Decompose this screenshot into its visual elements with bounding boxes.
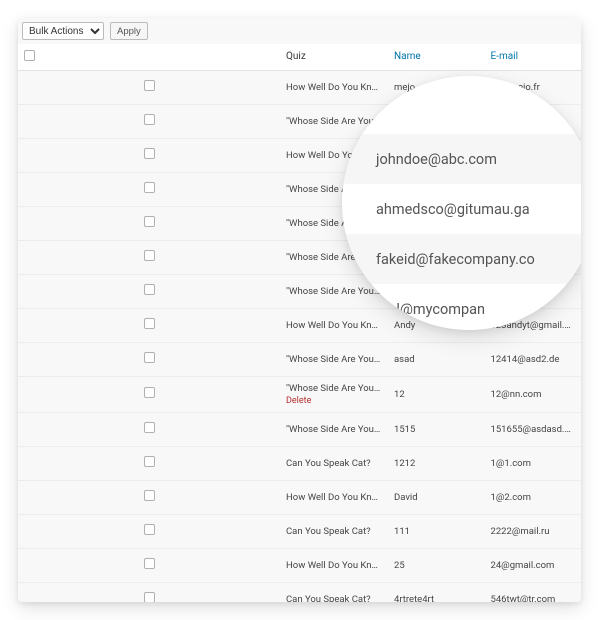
- email-cell: 12@nn.com: [485, 376, 582, 412]
- name-cell: 1212: [388, 446, 485, 480]
- quiz-cell[interactable]: How Well Do You Know the Real Trial of O…: [280, 70, 388, 104]
- quiz-cell[interactable]: How Well Do You Know the Real Trial of O…: [280, 480, 388, 514]
- checkbox-icon[interactable]: [144, 524, 155, 535]
- email-cell: 546twt@tr.com: [485, 582, 582, 602]
- apply-button[interactable]: Apply: [110, 22, 148, 40]
- results-card: Bulk Actions Apply Quiz Name E-mail How …: [18, 18, 581, 602]
- quiz-cell[interactable]: Can You Speak Cat?: [280, 514, 388, 548]
- checkbox-icon[interactable]: [144, 352, 155, 363]
- row-checkbox-cell[interactable]: [18, 138, 280, 172]
- magnifier-overlay: johndoe@abc.com ahmedsco@gitumau.ga fake…: [342, 76, 581, 330]
- row-checkbox-cell[interactable]: [18, 240, 280, 274]
- row-checkbox-cell[interactable]: [18, 480, 280, 514]
- name-cell: asad: [388, 342, 485, 376]
- magnifier-email: fakeid@fakecompany.co: [342, 234, 581, 284]
- checkbox-icon[interactable]: [144, 148, 155, 159]
- row-checkbox-cell[interactable]: [18, 308, 280, 342]
- checkbox-icon[interactable]: [144, 216, 155, 227]
- delete-link[interactable]: Delete: [286, 396, 382, 406]
- name-cell: 12: [388, 376, 485, 412]
- table-row: How Well Do You Know the Real Trial of O…: [18, 548, 581, 582]
- checkbox-icon[interactable]: [144, 387, 155, 398]
- table-row: Can You Speak Cat?12121@1.com: [18, 446, 581, 480]
- quiz-cell[interactable]: "Whose Side Are You On" In Marvel's Civi…: [280, 412, 388, 446]
- row-checkbox-cell[interactable]: [18, 412, 280, 446]
- email-cell: 151655@asdasd.sad: [485, 412, 582, 446]
- checkbox-icon[interactable]: [144, 422, 155, 433]
- quiz-cell[interactable]: Can You Speak Cat?: [280, 446, 388, 480]
- table-row: "Whose Side Are You On" In Marvel's Civi…: [18, 342, 581, 376]
- name-cell: 4rtrete4rt: [388, 582, 485, 602]
- quiz-cell[interactable]: How Well Do You Know the Real Trial of O…: [280, 548, 388, 582]
- quiz-cell[interactable]: Can You Speak Cat?: [280, 582, 388, 602]
- checkbox-icon[interactable]: [144, 456, 155, 467]
- table-row: How Well Do You Know the Real Trial of O…: [18, 480, 581, 514]
- name-cell: 25: [388, 548, 485, 582]
- checkbox-icon[interactable]: [24, 50, 35, 61]
- row-checkbox-cell[interactable]: [18, 376, 280, 412]
- row-checkbox-cell[interactable]: [18, 274, 280, 308]
- checkbox-icon[interactable]: [144, 558, 155, 569]
- table-row: "Whose Side Are You On" In Marvel's Civi…: [18, 412, 581, 446]
- row-checkbox-cell[interactable]: [18, 172, 280, 206]
- email-cell: 1@1.com: [485, 446, 582, 480]
- magnifier-email: ahmedsco@gitumau.ga: [342, 184, 581, 234]
- checkbox-icon[interactable]: [144, 318, 155, 329]
- row-checkbox-cell[interactable]: [18, 70, 280, 104]
- table-row: "Whose Side Are You On" In Marvel's Civi…: [18, 376, 581, 412]
- row-checkbox-cell[interactable]: [18, 342, 280, 376]
- checkbox-icon[interactable]: [144, 592, 155, 602]
- name-cell: David: [388, 480, 485, 514]
- table-row: Can You Speak Cat?4rtrete4rt546twt@tr.co…: [18, 582, 581, 602]
- email-cell: 2222@mail.ru: [485, 514, 582, 548]
- row-checkbox-cell[interactable]: [18, 514, 280, 548]
- table-header-row: Quiz Name E-mail: [18, 44, 581, 70]
- email-header[interactable]: E-mail: [485, 44, 582, 70]
- checkbox-icon[interactable]: [144, 182, 155, 193]
- select-all-header[interactable]: [18, 44, 280, 70]
- table-row: Can You Speak Cat?1112222@mail.ru: [18, 514, 581, 548]
- checkbox-icon[interactable]: [144, 284, 155, 295]
- bulk-actions-select[interactable]: Bulk Actions: [22, 22, 104, 40]
- checkbox-icon[interactable]: [144, 250, 155, 261]
- email-cell: 12414@asd2.de: [485, 342, 582, 376]
- row-checkbox-cell[interactable]: [18, 548, 280, 582]
- quiz-cell[interactable]: "Whose Side Are You On" In Marvel's Civi…: [280, 342, 388, 376]
- magnifier-email: johndoe@abc.com: [342, 134, 581, 184]
- checkbox-icon[interactable]: [144, 80, 155, 91]
- email-cell: 24@gmail.com: [485, 548, 582, 582]
- row-checkbox-cell[interactable]: [18, 582, 280, 602]
- checkbox-icon[interactable]: [144, 490, 155, 501]
- quiz-cell[interactable]: "Whose Side Are You On" In Marvel's Civi…: [280, 376, 388, 412]
- row-checkbox-cell[interactable]: [18, 206, 280, 240]
- name-header[interactable]: Name: [388, 44, 485, 70]
- name-cell: 111: [388, 514, 485, 548]
- name-cell: 1515: [388, 412, 485, 446]
- bulk-actions-row: Bulk Actions Apply: [22, 22, 148, 40]
- email-cell: 1@2.com: [485, 480, 582, 514]
- quiz-cell[interactable]: How Well Do You Know the Real Trial of O…: [280, 308, 388, 342]
- row-checkbox-cell[interactable]: [18, 104, 280, 138]
- quiz-header[interactable]: Quiz: [280, 44, 388, 70]
- row-checkbox-cell[interactable]: [18, 446, 280, 480]
- checkbox-icon[interactable]: [144, 114, 155, 125]
